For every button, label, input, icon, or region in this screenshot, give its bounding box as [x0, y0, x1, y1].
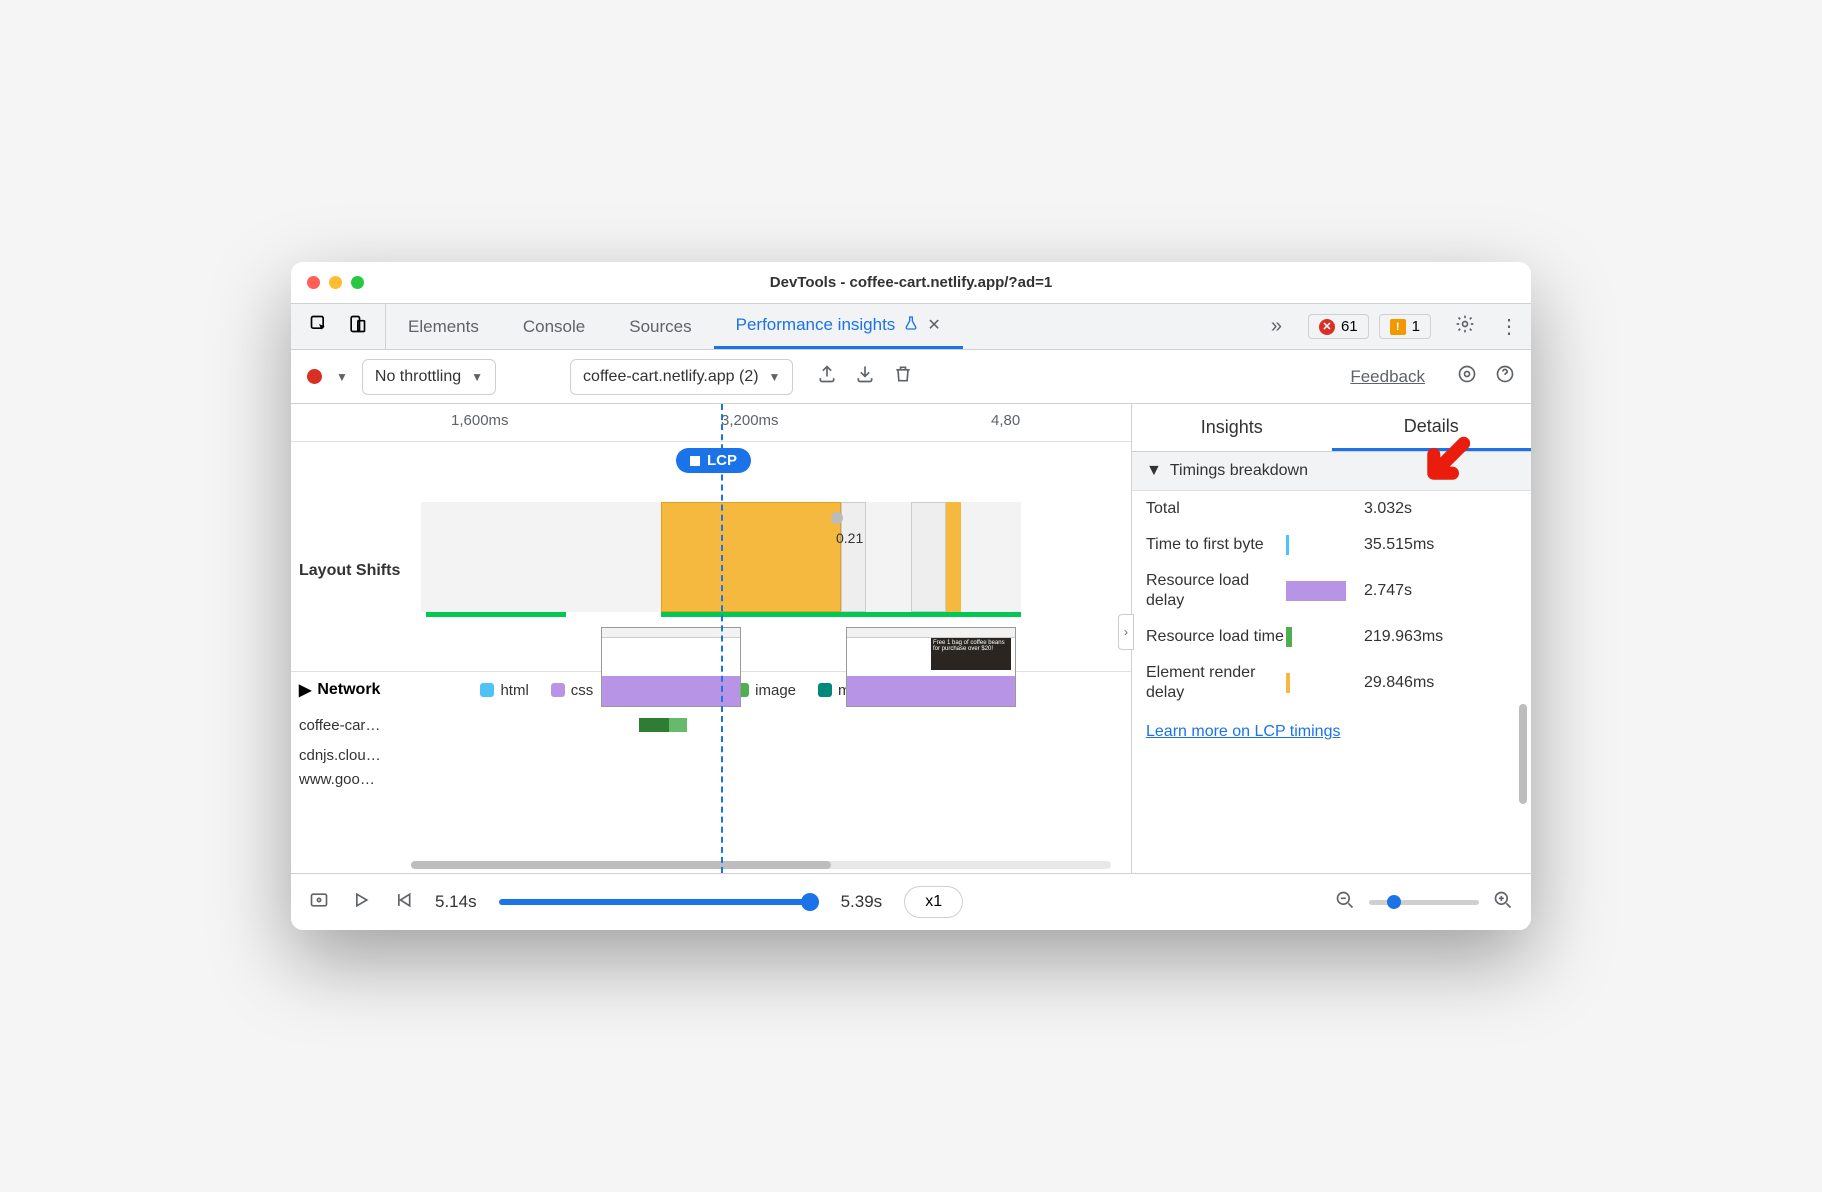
- layout-shift-bar[interactable]: [426, 612, 566, 617]
- record-dropdown-icon[interactable]: ▼: [336, 370, 348, 384]
- layout-shift-bar[interactable]: [661, 612, 1021, 617]
- screenshot-thumb[interactable]: [601, 627, 741, 707]
- help-icon[interactable]: [1495, 364, 1515, 389]
- tab-elements[interactable]: Elements: [386, 304, 501, 349]
- network-header[interactable]: ▶ Network: [299, 680, 380, 700]
- vertical-scrollbar[interactable]: [1519, 704, 1527, 804]
- playback-footer: 5.14s 5.39s x1: [291, 874, 1531, 930]
- tab-insights[interactable]: Insights: [1132, 404, 1332, 451]
- metric-bar: [1286, 535, 1356, 555]
- learn-more-link[interactable]: Learn more on LCP timings: [1146, 723, 1340, 740]
- record-button[interactable]: [307, 369, 322, 384]
- zoom-in-icon[interactable]: [1493, 890, 1513, 915]
- lcp-marker[interactable]: LCP: [676, 448, 751, 473]
- skip-back-icon[interactable]: [393, 890, 413, 915]
- panel-tabs: Elements Console Sources Performance ins…: [291, 304, 1531, 350]
- traffic-lights: [291, 276, 364, 289]
- delete-icon[interactable]: [893, 364, 913, 389]
- tick-label: 4,80: [991, 412, 1020, 429]
- cls-marker[interactable]: [831, 512, 843, 524]
- network-row[interactable]: cdnjs.clou…: [299, 740, 1131, 770]
- flame-block[interactable]: [841, 502, 866, 612]
- metrics-list: Total 3.032s Time to first byte 35.515ms Res…: [1132, 491, 1531, 711]
- network-row[interactable]: coffee-car…: [299, 710, 1131, 740]
- import-icon[interactable]: [855, 364, 875, 389]
- main-content: 1,600ms 3,200ms 4,80 LCP 0.21 Layout Shi…: [291, 404, 1531, 874]
- throttle-select[interactable]: No throttling▼: [362, 359, 496, 395]
- flame-chart[interactable]: 0.21 Layout Shifts Free 1 bag of coffee …: [291, 442, 1131, 672]
- insights-toolbar: ▼ No throttling▼ coffee-cart.netlify.app…: [291, 350, 1531, 404]
- metric-value: 3.032s: [1364, 500, 1412, 518]
- metric-bar: [1286, 627, 1356, 647]
- zoom-slider[interactable]: [1369, 900, 1479, 905]
- metric-row: Resource load time 219.963ms: [1146, 627, 1517, 647]
- window-title: DevTools - coffee-cart.netlify.app/?ad=1: [291, 274, 1531, 291]
- timeline-ruler[interactable]: 1,600ms 3,200ms 4,80: [291, 404, 1131, 442]
- metric-value: 2.747s: [1364, 582, 1412, 600]
- metric-row: Total 3.032s: [1146, 499, 1517, 519]
- metric-label: Resource load time: [1146, 627, 1286, 647]
- close-window-icon[interactable]: [307, 276, 320, 289]
- horizontal-scrollbar[interactable]: [411, 861, 1111, 869]
- inspect-element-icon[interactable]: [309, 314, 329, 339]
- tab-sources[interactable]: Sources: [607, 304, 713, 349]
- details-panel: › Insights Details ▼ Timings breakdown T…: [1131, 404, 1531, 873]
- zoom-out-icon[interactable]: [1335, 890, 1355, 915]
- annotation-arrow-icon: [1417, 434, 1473, 495]
- settings-icon[interactable]: [1443, 314, 1487, 340]
- timeline-panel: 1,600ms 3,200ms 4,80 LCP 0.21 Layout Shi…: [291, 404, 1131, 873]
- maximize-window-icon[interactable]: [351, 276, 364, 289]
- metric-label: Time to first byte: [1146, 535, 1286, 555]
- tab-console[interactable]: Console: [501, 304, 607, 349]
- metric-value: 35.515ms: [1364, 536, 1434, 554]
- close-tab-icon[interactable]: ✕: [927, 315, 940, 335]
- warnings-badge[interactable]: !1: [1379, 314, 1431, 339]
- layout-shifts-label: Layout Shifts: [299, 562, 400, 580]
- export-icon[interactable]: [817, 364, 837, 389]
- cls-value: 0.21: [836, 530, 863, 546]
- tick-label: 1,600ms: [451, 412, 509, 429]
- titlebar: DevTools - coffee-cart.netlify.app/?ad=1: [291, 262, 1531, 304]
- chevron-down-icon: ▼: [1146, 462, 1162, 480]
- panel-settings-icon[interactable]: [1457, 364, 1477, 389]
- play-icon[interactable]: [351, 890, 371, 915]
- metric-bar: [1286, 673, 1356, 693]
- metric-row: Element render delay 29.846ms: [1146, 663, 1517, 703]
- playback-slider[interactable]: [499, 899, 819, 905]
- page-select[interactable]: coffee-cart.netlify.app (2)▼: [570, 359, 793, 395]
- network-row[interactable]: www.goo…: [299, 770, 1131, 788]
- metric-value: 219.963ms: [1364, 628, 1443, 646]
- kebab-menu-icon[interactable]: ⋮: [1487, 314, 1531, 339]
- total-time: 5.39s: [841, 892, 883, 912]
- errors-badge[interactable]: ✕61: [1308, 314, 1369, 339]
- current-time: 5.14s: [435, 892, 477, 912]
- metric-row: Resource load delay 2.747s: [1146, 571, 1517, 611]
- metric-label: Resource load delay: [1146, 571, 1286, 611]
- collapse-panel-icon[interactable]: ›: [1118, 614, 1134, 650]
- feedback-link[interactable]: Feedback: [1350, 367, 1425, 387]
- metric-value: 29.846ms: [1364, 674, 1434, 692]
- screenshot-thumb[interactable]: Free 1 bag of coffee beans for purchase …: [846, 627, 1016, 707]
- speed-select[interactable]: x1: [904, 886, 963, 918]
- preview-icon[interactable]: [309, 890, 329, 915]
- playhead-line[interactable]: [721, 404, 723, 873]
- metric-label: Element render delay: [1146, 663, 1286, 703]
- flame-block[interactable]: [661, 502, 841, 612]
- learn-more-row: Learn more on LCP timings: [1132, 711, 1531, 753]
- more-tabs-icon[interactable]: »: [1257, 315, 1296, 338]
- minimize-window-icon[interactable]: [329, 276, 342, 289]
- flask-icon: [903, 315, 919, 336]
- tick-label: 3,200ms: [721, 412, 779, 429]
- metric-label: Total: [1146, 499, 1286, 519]
- metric-bar: [1286, 581, 1356, 601]
- metric-row: Time to first byte 35.515ms: [1146, 535, 1517, 555]
- devtools-window: DevTools - coffee-cart.netlify.app/?ad=1…: [291, 262, 1531, 930]
- device-toolbar-icon[interactable]: [347, 314, 367, 339]
- tab-performance-insights[interactable]: Performance insights ✕: [714, 304, 963, 349]
